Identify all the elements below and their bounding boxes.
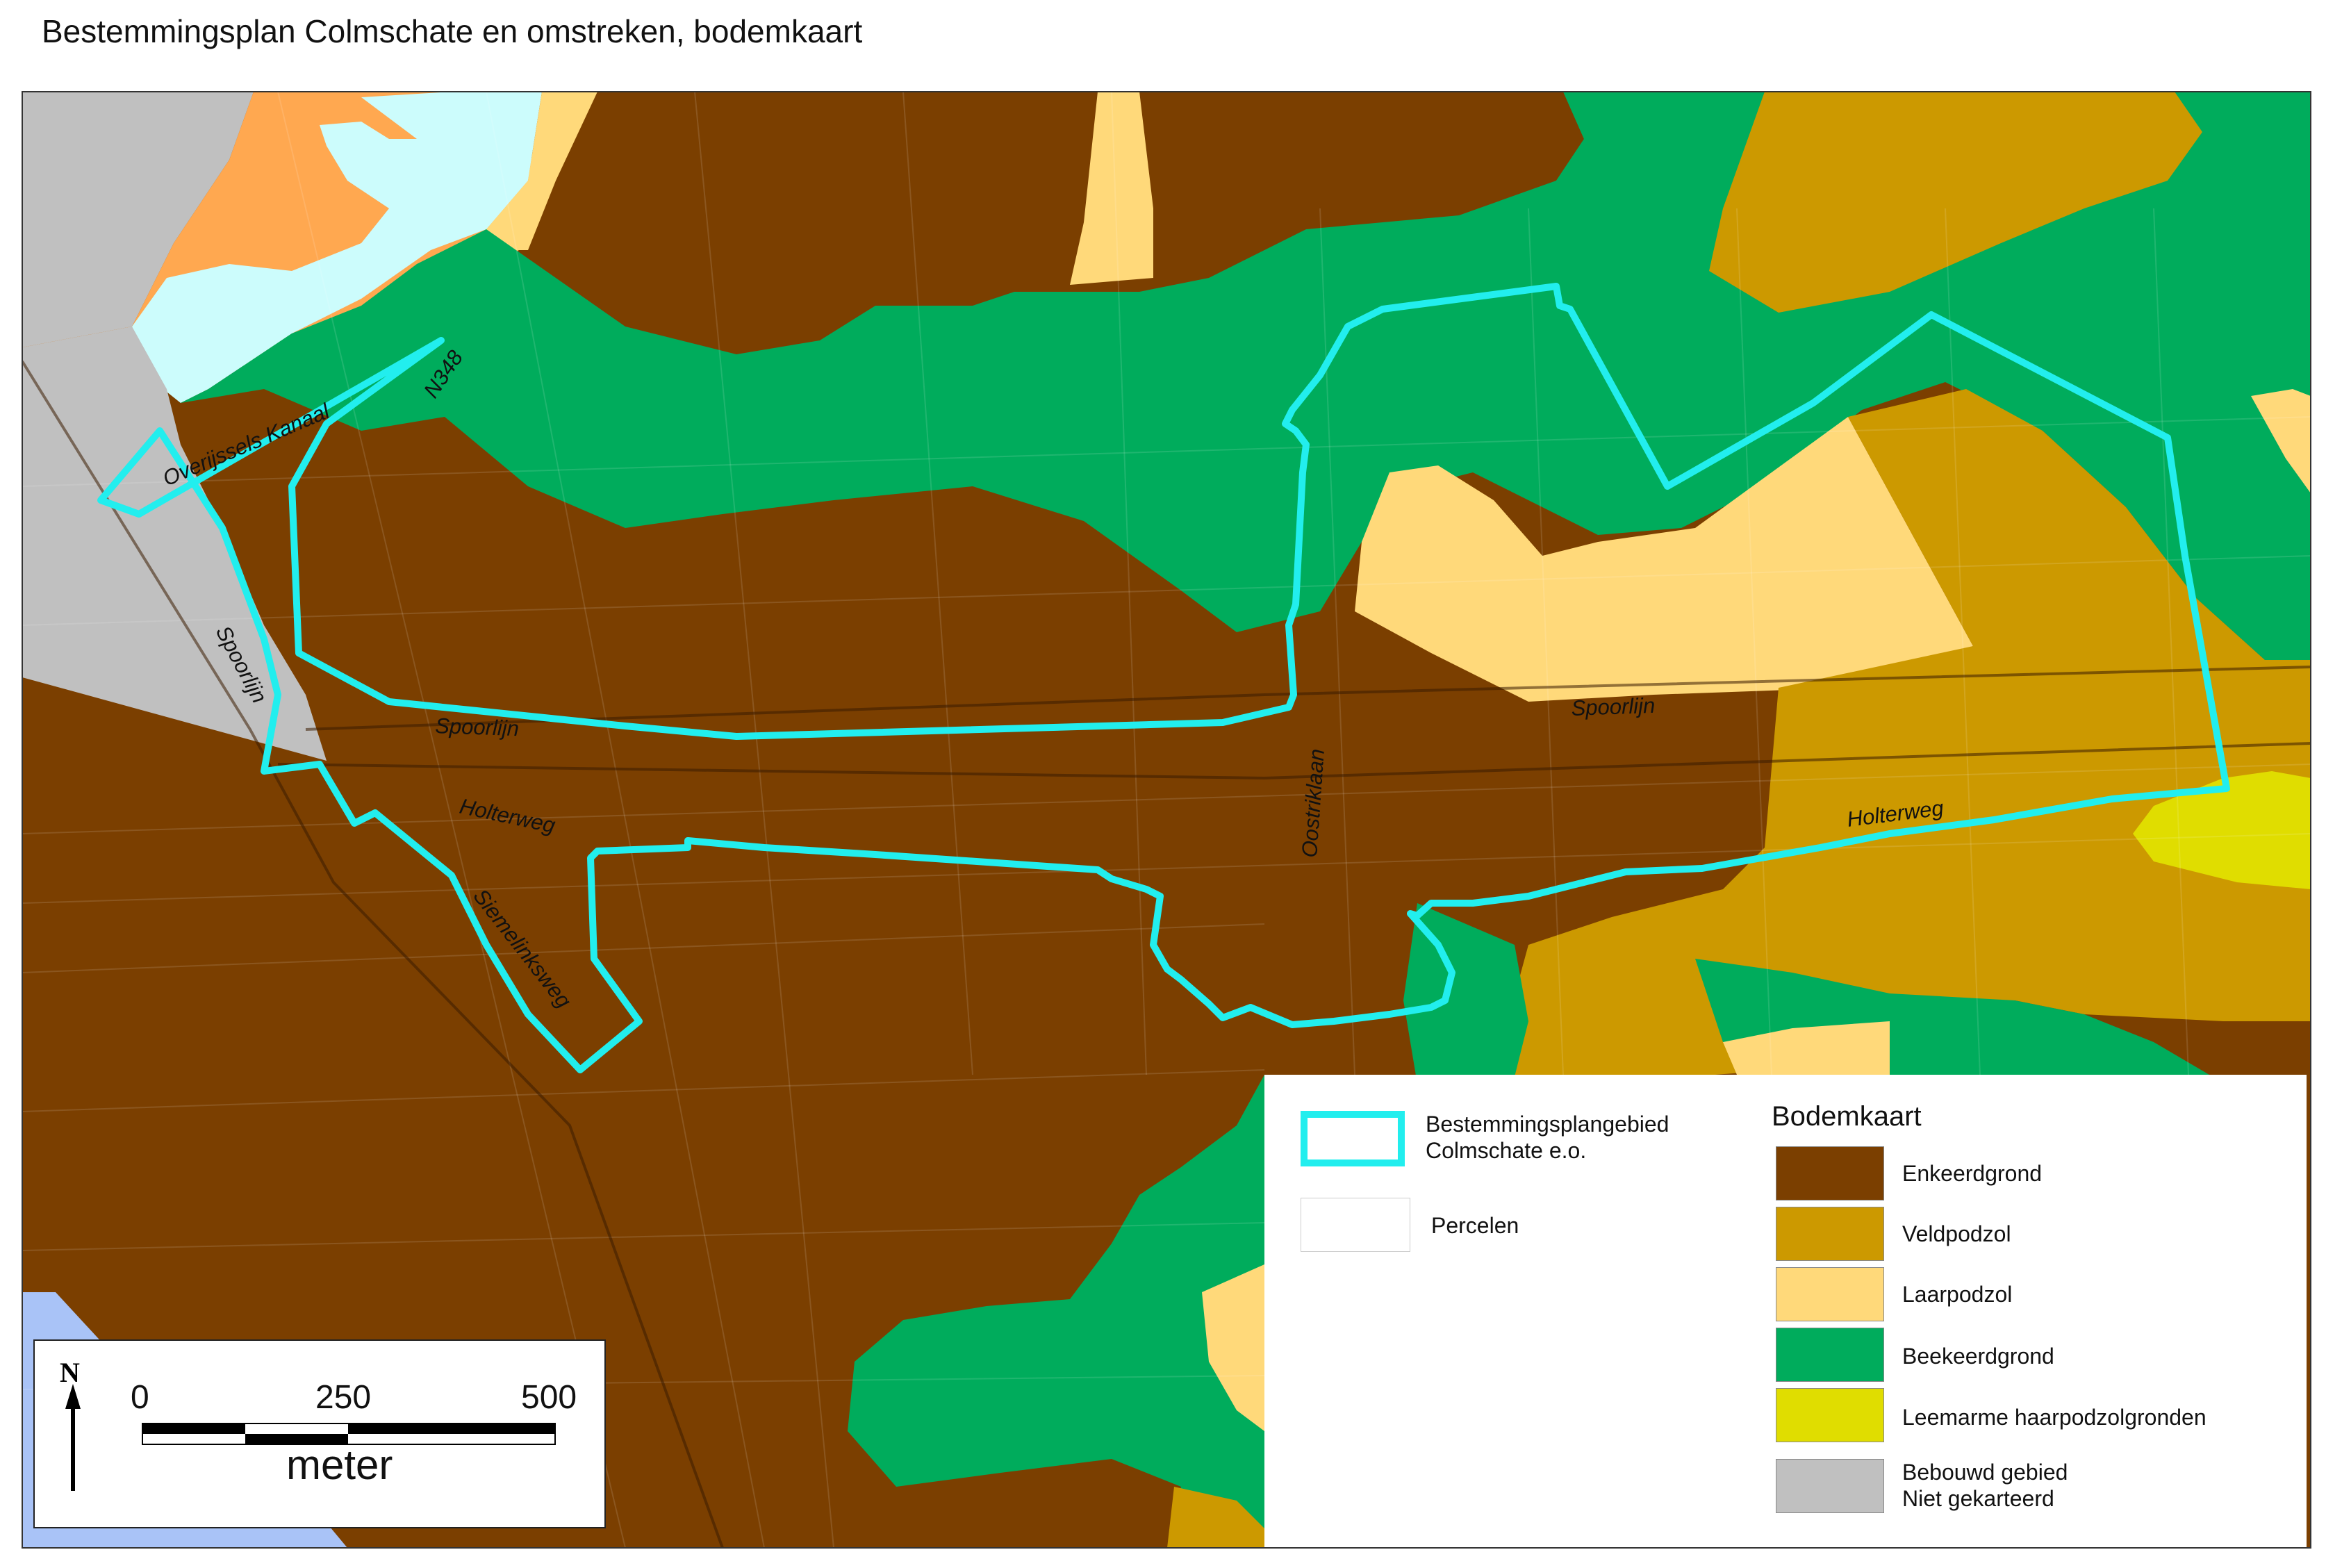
legend-label-laarpodzol: Laarpodzol <box>1902 1282 2013 1307</box>
scale-tick-250: 250 <box>315 1379 372 1416</box>
legend-label-percelen: Percelen <box>1431 1213 1519 1238</box>
legend-swatch-veldpodzol <box>1776 1207 1884 1261</box>
legend-label-bebouwd: Bebouwd gebied Niet gekarteerd <box>1902 1460 2068 1511</box>
label-spoorlijn-center: Spoorlijn <box>435 713 520 741</box>
scale-tick-0: 0 <box>131 1379 149 1416</box>
legend-label-plan-area: Bestemmingsplangebied Colmschate e.o. <box>1426 1112 1669 1163</box>
legend-swatch-enkeerdgrond <box>1776 1146 1884 1200</box>
legend-swatch-percelen <box>1301 1198 1410 1252</box>
legend-label-leemarme: Leemarme haarpodzolgronden <box>1902 1405 2207 1430</box>
label-spoorlijn-east: Spoorlijn <box>1571 693 1656 720</box>
legend-label-enkeerdgrond: Enkeerdgrond <box>1902 1161 2043 1186</box>
legend-swatch-laarpodzol <box>1776 1267 1884 1321</box>
legend-swatch-plan-area <box>1301 1111 1405 1166</box>
legend-label-beekeerdgrond: Beekeerdgrond <box>1902 1344 2054 1369</box>
legend-label-veldpodzol: Veldpodzol <box>1902 1221 2011 1246</box>
north-arrow-icon <box>65 1384 81 1491</box>
scalebar-box: N 0 250 500 meter <box>33 1339 606 1528</box>
legend-panel: Bestemmingsplangebied Colmschate e.o. Pe… <box>1264 1075 2307 1547</box>
legend-swatch-leemarme <box>1776 1388 1884 1442</box>
legend-swatch-bebouwd <box>1776 1459 1884 1513</box>
scale-tick-500: 500 <box>521 1379 577 1416</box>
legend-heading: Bodemkaart <box>1772 1101 1922 1132</box>
scale-unit: meter <box>286 1442 393 1488</box>
legend-swatch-beekeerdgrond <box>1776 1328 1884 1382</box>
